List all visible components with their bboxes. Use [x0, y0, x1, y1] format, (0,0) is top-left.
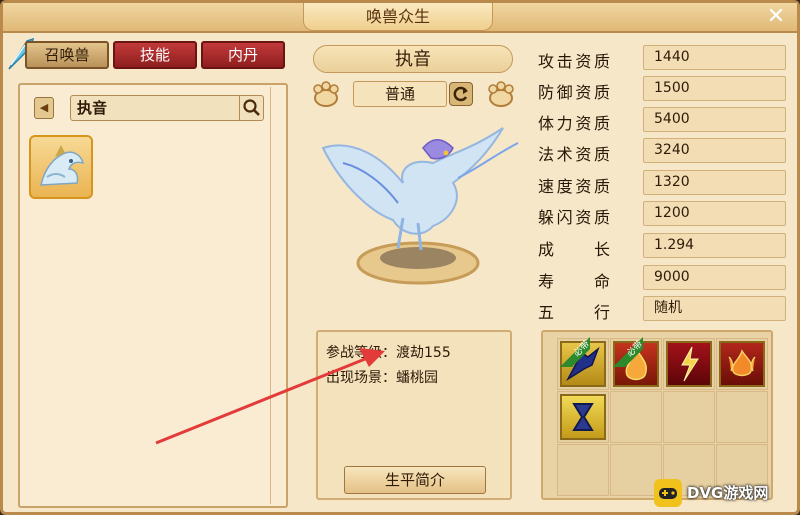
stat-label-growth: 成长: [538, 240, 610, 259]
tab-skills[interactable]: 技能: [113, 41, 197, 69]
stat-label-attack: 攻击资质: [538, 52, 610, 71]
location-label: 出现场景：: [326, 370, 396, 386]
stat-label-defense: 防御资质: [538, 83, 610, 102]
stat-label-speed: 速度资质: [538, 177, 610, 196]
skill-slot[interactable]: 必带: [557, 337, 609, 390]
pet-info-panel: 参战等级：渡劫155 出现场景：蟠桃园 生平简介: [316, 330, 512, 500]
skill-slot[interactable]: 必带: [610, 337, 662, 390]
empty-skill-slot[interactable]: [716, 391, 768, 443]
battle-level-value: 渡劫155: [396, 345, 451, 361]
skill-slot[interactable]: [663, 338, 715, 390]
refresh-button[interactable]: [449, 82, 473, 106]
bio-button[interactable]: 生平简介: [344, 466, 486, 494]
tab-summon-beast[interactable]: 召唤兽: [25, 41, 109, 69]
must-carry-badge: 必带: [560, 337, 590, 367]
location-row: 出现场景：蟠桃园: [326, 367, 438, 387]
paw-icon-right[interactable]: [483, 81, 519, 109]
search-button[interactable]: [239, 96, 263, 120]
watermark: DVG游戏网: [653, 477, 799, 509]
pet-thumbnail[interactable]: [29, 135, 93, 199]
search-input[interactable]: [77, 96, 237, 120]
skill-slot[interactable]: [557, 391, 609, 443]
empty-skill-slot[interactable]: [557, 444, 609, 496]
window-title: 唤兽众生: [303, 3, 493, 31]
pet-name: 执音: [313, 45, 513, 73]
pet-model-preview: [321, 127, 519, 285]
skill-grid: 必带 必带: [541, 330, 773, 500]
battle-level-row: 参战等级：渡劫155: [326, 342, 451, 362]
stat-value-lifespan: 9000: [643, 265, 786, 290]
pet-portrait-icon: [40, 145, 85, 186]
skill-slot[interactable]: [716, 338, 768, 390]
empty-skill-slot[interactable]: [663, 391, 715, 443]
empty-skill-slot[interactable]: [610, 391, 662, 443]
stat-value-element: 随机: [643, 296, 786, 321]
tab-inner-core[interactable]: 内丹: [201, 41, 285, 69]
gamepad-logo-icon: [654, 479, 682, 507]
search-box: [70, 95, 264, 121]
paw-icon-left[interactable]: [308, 81, 344, 109]
refresh-icon: [453, 86, 468, 102]
stat-value-attack: 1440: [643, 45, 786, 70]
stat-value-speed: 1320: [643, 170, 786, 195]
stat-label-element: 五行: [538, 303, 610, 322]
stat-label-stamina: 体力资质: [538, 114, 610, 133]
battle-level-label: 参战等级：: [326, 345, 396, 361]
left-arrow-icon: ◀: [39, 101, 49, 114]
stat-value-defense: 1500: [643, 76, 786, 101]
stat-value-stamina: 5400: [643, 107, 786, 132]
title-bar: 唤兽众生 ✕: [3, 3, 797, 33]
location-value: 蟠桃园: [396, 370, 438, 386]
stat-value-magic: 3240: [643, 138, 786, 163]
list-scrollbar[interactable]: [270, 87, 284, 504]
must-carry-badge: 必带: [613, 337, 643, 367]
pet-type-field[interactable]: 普通: [353, 81, 447, 107]
stat-label-magic: 法术资质: [538, 145, 610, 164]
back-button[interactable]: ◀: [34, 97, 54, 119]
stat-value-growth: 1.294: [643, 233, 786, 258]
pet-list-panel: ◀: [18, 83, 288, 508]
stat-label-lifespan: 寿命: [538, 272, 610, 291]
lightning-skill-icon: [666, 341, 712, 387]
stat-value-dodge: 1200: [643, 201, 786, 226]
close-button[interactable]: ✕: [765, 4, 787, 29]
close-icon: ✕: [766, 4, 786, 29]
summon-beast-window: 唤兽众生 ✕ 召唤兽 技能 内丹 ◀ 执音 执音 普通 参战等级：渡劫155 出…: [0, 0, 800, 515]
flame-skill-icon: [719, 341, 765, 387]
stat-label-dodge: 躲闪资质: [538, 208, 610, 227]
watermark-text: DVG游戏网: [687, 484, 769, 502]
search-icon: [243, 99, 260, 116]
hourglass-skill-icon: [560, 394, 606, 440]
